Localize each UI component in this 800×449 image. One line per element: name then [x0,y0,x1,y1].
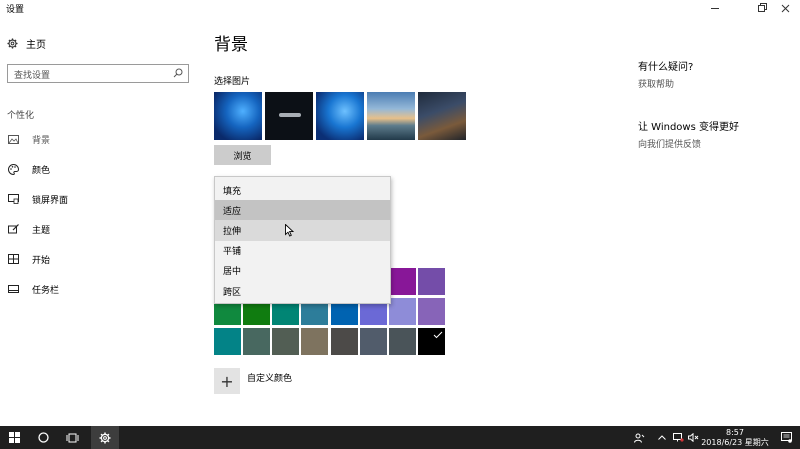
color-swatch[interactable] [331,328,358,355]
color-swatch[interactable] [418,298,445,325]
sidebar-item-label: 颜色 [32,165,51,176]
minimize-icon [711,7,719,9]
color-swatch[interactable] [243,328,270,355]
dropdown-option-tile[interactable]: 平铺 [215,241,390,261]
close-button[interactable] [768,0,800,16]
section-label-personalization: 个性化 [7,111,35,121]
cortana-circle-icon [37,432,49,443]
get-help-link[interactable]: 获取帮助 [638,76,674,90]
color-swatch-selected[interactable] [418,328,445,355]
close-icon [781,4,789,12]
people-icon[interactable] [632,426,646,449]
choose-picture-label: 选择图片 [214,77,251,87]
sidebar-home[interactable]: 主页 [7,36,46,51]
theme-brush-icon [7,223,19,235]
task-view-button[interactable] [58,426,86,449]
clock-date: 2018/6/23 星期六 [701,438,769,447]
dropdown-option-fit[interactable]: 适应 [215,200,390,221]
checkmark-icon [433,331,443,339]
color-swatch[interactable] [214,328,241,355]
browse-button[interactable]: 浏览 [214,145,271,165]
task-view-icon [66,433,78,442]
start-button[interactable] [0,426,28,449]
sidebar-item-background[interactable]: 背景 [7,131,50,147]
plus-icon[interactable]: + [214,368,240,394]
sidebar-item-label: 开始 [32,255,51,266]
taskbar-settings-app[interactable] [91,426,119,449]
gear-icon [7,38,18,49]
thumbnail-windows-blue-1[interactable] [214,92,262,140]
lock-screen-icon [7,193,19,205]
dropdown-option-stretch[interactable]: 拉伸 [215,220,390,241]
windows-logo-icon [8,432,20,443]
dropdown-option-fill[interactable]: 填充 [215,180,390,200]
sidebar-item-colors[interactable]: 颜色 [7,161,50,177]
sidebar-item-label: 背景 [32,135,51,146]
page-title: 背景 [214,35,248,55]
cortana-button[interactable] [30,426,56,449]
color-swatch[interactable] [418,268,445,295]
give-feedback-link[interactable]: 向我们提供反馈 [638,136,701,150]
sidebar-item-start[interactable]: 开始 [7,251,50,267]
start-tiles-icon [7,253,19,265]
color-swatch[interactable] [301,328,328,355]
custom-color[interactable]: + 自定义颜色 [214,368,292,394]
picture-icon [7,133,19,145]
window-title: 设置 [6,5,25,15]
fit-dropdown-list: 填充 适应 拉伸 平铺 居中 跨区 [214,176,391,304]
restore-icon [757,4,765,12]
sidebar-item-themes[interactable]: 主题 [7,221,50,237]
title-bar: 设置 [0,0,800,16]
taskbar-icon [7,283,19,295]
search-placeholder: 查找设置 [14,71,51,81]
color-swatch[interactable] [272,328,299,355]
search-input[interactable]: 查找设置 [7,64,189,83]
thumbnail-dark-logo[interactable] [265,92,313,140]
dropdown-option-span[interactable]: 跨区 [215,281,390,301]
picture-thumbnails [214,92,466,140]
help-heading: 有什么疑问? [638,62,694,73]
action-center-icon[interactable] [776,426,796,449]
thumbnail-night-sky-rock[interactable] [418,92,466,140]
network-icon[interactable] [671,426,685,449]
logo-mark [279,113,301,117]
clock-time: 8:57 [726,428,744,437]
custom-color-label: 自定义颜色 [247,374,293,384]
sidebar-item-label: 主题 [32,225,51,236]
minimize-button[interactable] [698,0,732,16]
thumbnail-windows-blue-2[interactable] [316,92,364,140]
color-swatch[interactable] [389,268,416,295]
color-swatch[interactable] [360,328,387,355]
sidebar-item-label: 任务栏 [32,285,60,296]
color-swatch[interactable] [389,298,416,325]
mouse-cursor-icon [285,224,294,237]
feedback-heading: 让 Windows 变得更好 [638,122,739,133]
thumbnail-beach-sunset[interactable] [367,92,415,140]
chevron-up-icon[interactable] [656,426,668,449]
taskbar: 8:57 2018/6/23 星期六 [0,426,800,449]
sidebar-home-label: 主页 [26,40,46,51]
sidebar-item-taskbar[interactable]: 任务栏 [7,281,59,297]
search-icon [173,68,183,78]
sidebar-item-label: 锁屏界面 [32,195,69,206]
gear-icon [99,432,111,443]
sidebar-item-lock-screen[interactable]: 锁屏界面 [7,191,68,207]
color-swatch[interactable] [389,328,416,355]
taskbar-clock[interactable]: 8:57 2018/6/23 星期六 [700,428,770,448]
palette-icon [7,163,19,175]
dropdown-option-center[interactable]: 居中 [215,261,390,281]
volume-muted-icon[interactable] [686,426,700,449]
